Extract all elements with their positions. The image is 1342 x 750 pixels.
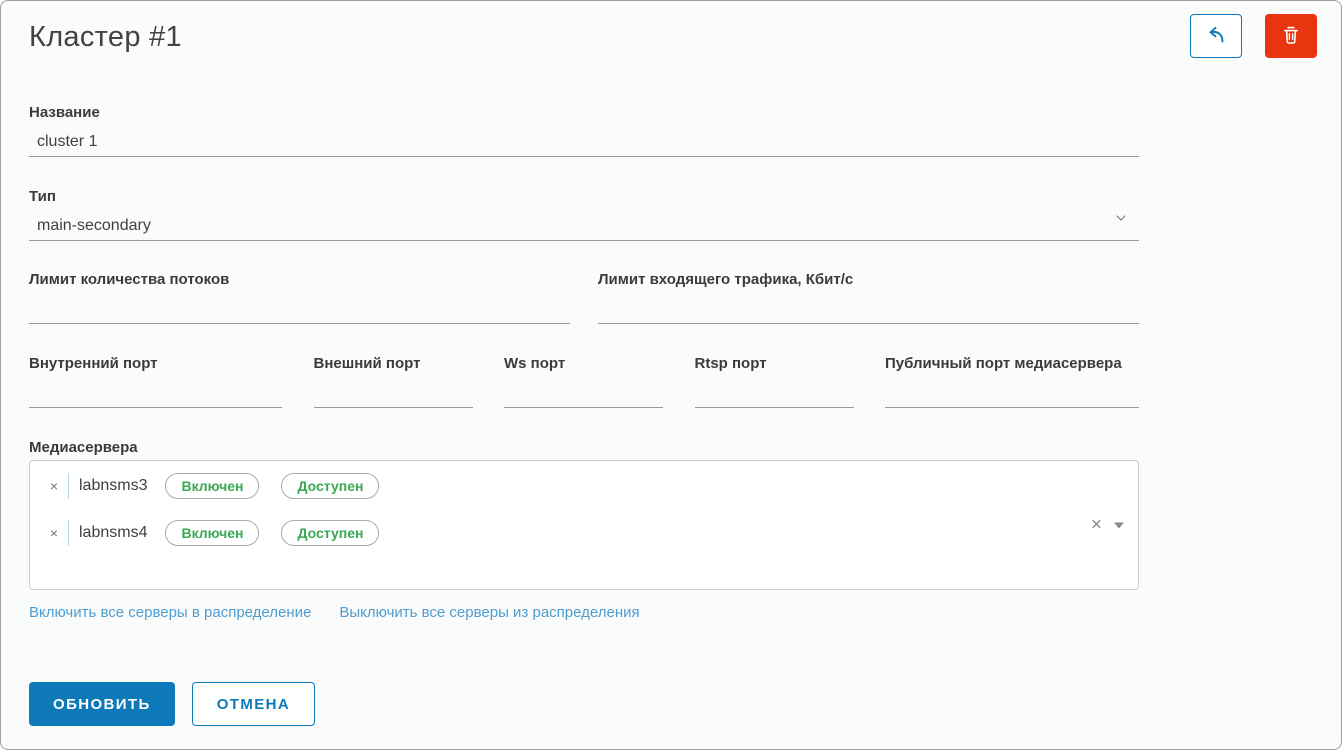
enable-all-link[interactable]: Включить все серверы в распределение [29,604,311,621]
external-port-field: Внешний порт [314,355,473,408]
form-actions: ОБНОВИТЬ ОТМЕНА [29,682,1139,726]
mediaserver-name: labnsms3 [79,477,147,495]
internal-port-input[interactable] [29,372,282,408]
dropdown-caret-icon[interactable] [1114,522,1124,528]
public-port-input[interactable] [885,372,1139,408]
trash-icon [1279,23,1303,50]
cancel-button[interactable]: ОТМЕНА [192,682,315,726]
mediaservers-select[interactable]: × labnsms3 Включен Доступен × labnsms4 В… [29,460,1139,590]
name-label: Название [29,104,1139,121]
page-header: Кластер #1 [1,1,1341,58]
traffic-limit-input[interactable] [598,288,1139,324]
mediaserver-chip: × labnsms3 Включен Доступен [46,473,1122,499]
back-button[interactable] [1190,14,1242,58]
rtsp-port-input[interactable] [695,372,854,408]
type-field: Тип [29,188,1139,241]
select-controls: × [1091,516,1124,535]
cluster-edit-page: Кластер #1 [0,0,1342,750]
internal-port-field: Внутренний порт [29,355,282,408]
status-badge-available: Доступен [281,520,379,546]
traffic-limit-field: Лимит входящего трафика, Кбит/с [598,271,1139,324]
status-badge-enabled: Включен [165,520,259,546]
chip-remove-icon[interactable]: × [46,473,62,499]
name-input[interactable] [29,121,1139,157]
status-badge-available: Доступен [281,473,379,499]
ports-row: Внутренний порт Внешний порт Ws порт Rts… [29,355,1139,408]
stream-limit-label: Лимит количества потоков [29,271,570,288]
chip-divider [68,520,69,546]
rtsp-port-field: Rtsp порт [695,355,854,408]
public-port-field: Публичный порт медиасервера [885,355,1139,408]
disable-all-link[interactable]: Выключить все серверы из распределения [339,604,639,621]
external-port-input[interactable] [314,372,473,408]
traffic-limit-label: Лимит входящего трафика, Кбит/с [598,271,1139,288]
limits-row: Лимит количества потоков Лимит входящего… [29,271,1139,324]
chip-divider [68,473,69,499]
delete-button[interactable] [1265,14,1317,58]
rtsp-port-label: Rtsp порт [695,355,854,372]
cluster-form: Название Тип Лимит количества потоков Ли… [1,104,1139,726]
stream-limit-field: Лимит количества потоков [29,271,570,324]
clear-all-icon[interactable]: × [1091,516,1102,535]
update-button[interactable]: ОБНОВИТЬ [29,682,175,726]
mediaservers-label: Медиасервера [29,439,1139,456]
external-port-label: Внешний порт [314,355,473,372]
links-row: Включить все серверы в распределение Вык… [29,604,1139,621]
chip-remove-icon[interactable]: × [46,520,62,546]
page-title: Кластер #1 [29,21,182,54]
mediaserver-name: labnsms4 [79,524,147,542]
stream-limit-input[interactable] [29,288,570,324]
ws-port-label: Ws порт [504,355,663,372]
ws-port-input[interactable] [504,372,663,408]
header-actions [1190,14,1317,58]
type-select[interactable] [29,205,1139,241]
public-port-label: Публичный порт медиасервера [885,355,1139,372]
internal-port-label: Внутренний порт [29,355,282,372]
mediaservers-field: Медиасервера × labnsms3 Включен Доступен… [29,439,1139,621]
mediaserver-chip: × labnsms4 Включен Доступен [46,520,1122,546]
name-field: Название [29,104,1139,157]
type-label: Тип [29,188,1139,205]
ws-port-field: Ws порт [504,355,663,408]
status-badge-enabled: Включен [165,473,259,499]
undo-arrow-icon [1203,22,1229,51]
